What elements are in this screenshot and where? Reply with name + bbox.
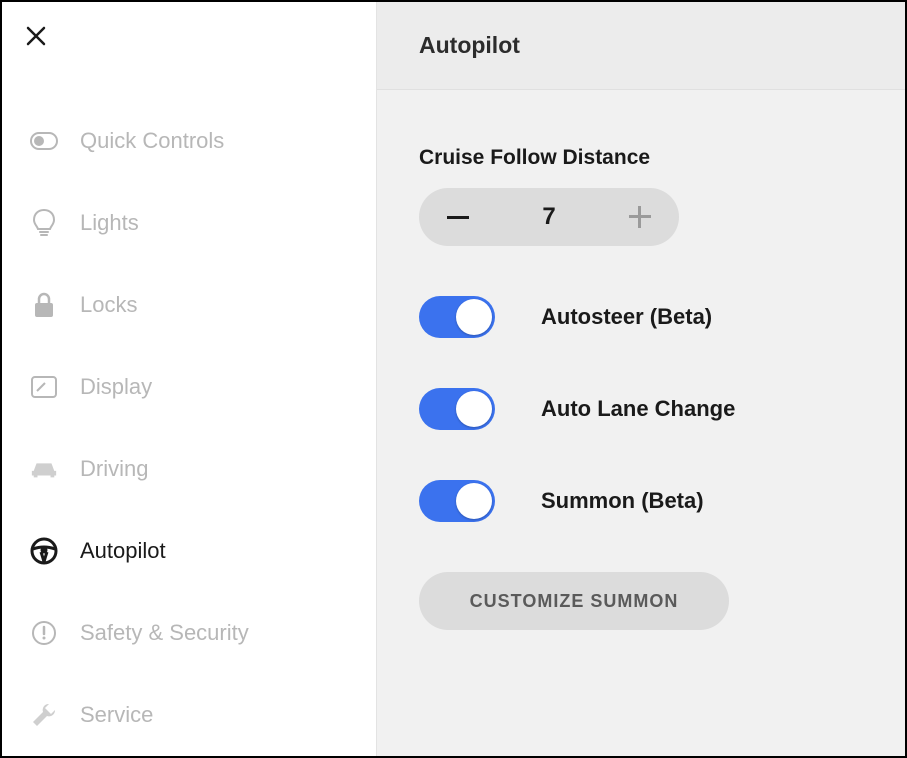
cruise-section: Cruise Follow Distance 7 [419,146,863,246]
panel-content: Cruise Follow Distance 7 Autosteer (Beta… [377,90,905,686]
customize-summon-button[interactable]: CUSTOMIZE SUMMON [419,572,729,630]
lock-icon [30,291,58,319]
plus-icon [629,206,651,228]
autosteer-toggle[interactable] [419,296,495,338]
alert-icon [30,619,58,647]
wrench-icon [30,701,58,729]
toggle-icon [30,127,58,155]
app-frame: Quick Controls Lights Locks Display [0,0,907,758]
toggle-knob [456,483,492,519]
auto-lane-change-toggle[interactable] [419,388,495,430]
main-panel: Autopilot Cruise Follow Distance 7 Autos… [377,2,905,756]
sidebar-item-label: Safety & Security [80,620,249,646]
sidebar-nav: Quick Controls Lights Locks Display [2,60,376,756]
cruise-value: 7 [542,203,555,231]
sidebar-item-label: Autopilot [80,538,166,564]
sidebar-item-label: Display [80,374,152,400]
toggle-row-auto-lane-change: Auto Lane Change [419,388,863,430]
toggle-label: Autosteer (Beta) [541,304,712,330]
sidebar-item-label: Driving [80,456,148,482]
button-label: CUSTOMIZE SUMMON [470,591,679,612]
sidebar-item-label: Lights [80,210,139,236]
increment-button[interactable] [625,202,655,232]
summon-toggle[interactable] [419,480,495,522]
steering-icon [30,537,58,565]
sidebar-item-driving[interactable]: Driving [2,428,376,510]
sidebar-item-quick-controls[interactable]: Quick Controls [2,100,376,182]
cruise-stepper: 7 [419,188,679,246]
toggle-label: Auto Lane Change [541,396,735,422]
sidebar-item-locks[interactable]: Locks [2,264,376,346]
bulb-icon [30,209,58,237]
sidebar-item-label: Locks [80,292,137,318]
sidebar-item-label: Service [80,702,153,728]
page-title: Autopilot [419,32,520,59]
minus-icon [447,216,469,219]
sidebar-item-autopilot[interactable]: Autopilot [2,510,376,592]
close-button[interactable] [22,22,50,50]
toggle-row-summon: Summon (Beta) [419,480,863,522]
toggle-knob [456,391,492,427]
display-icon [30,373,58,401]
cruise-label: Cruise Follow Distance [419,146,863,170]
sidebar: Quick Controls Lights Locks Display [2,2,377,756]
car-icon [30,455,58,483]
toggle-knob [456,299,492,335]
toggle-label: Summon (Beta) [541,488,704,514]
decrement-button[interactable] [443,202,473,232]
toggle-row-autosteer: Autosteer (Beta) [419,296,863,338]
close-area [2,2,376,60]
close-icon [25,25,47,47]
sidebar-item-lights[interactable]: Lights [2,182,376,264]
sidebar-item-label: Quick Controls [80,128,224,154]
panel-header: Autopilot [377,2,905,90]
sidebar-item-display[interactable]: Display [2,346,376,428]
sidebar-item-safety[interactable]: Safety & Security [2,592,376,674]
sidebar-item-service[interactable]: Service [2,674,376,756]
